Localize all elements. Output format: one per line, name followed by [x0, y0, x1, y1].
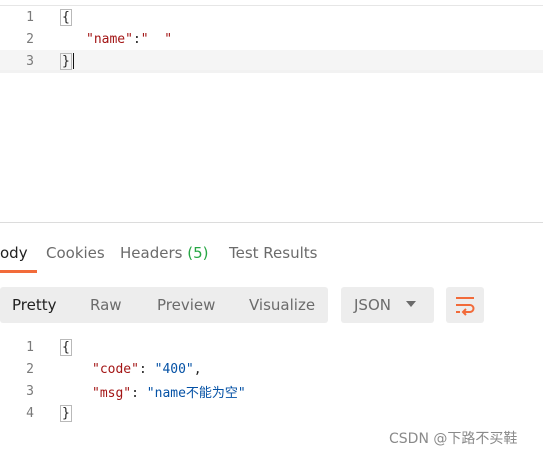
tab-cookies[interactable]: Cookies [46, 244, 105, 262]
json-key: "name" [86, 31, 133, 47]
tab-test-results[interactable]: Test Results [229, 244, 317, 262]
json-colon: : [132, 31, 141, 47]
format-select[interactable]: JSON [341, 287, 434, 323]
json-string-value: "400" [154, 361, 194, 377]
close-brace: } [60, 52, 72, 70]
view-visualize-button[interactable]: Visualize [249, 287, 315, 323]
response-line: 3 "msg": "name不能为空" [0, 380, 543, 402]
headers-count-badge: (5) [187, 244, 209, 262]
wrap-lines-button[interactable] [446, 287, 484, 323]
json-key: "msg" [92, 385, 132, 401]
line-number: 1 [26, 9, 34, 25]
line-number: 3 [26, 53, 34, 69]
json-colon: : [131, 385, 147, 401]
line-number: 2 [26, 361, 34, 377]
json-value: " " [140, 31, 173, 47]
json-comma: , [193, 361, 202, 377]
csdn-watermark: CSDN @下路不买鞋 [389, 431, 518, 447]
response-view-toolbar: Pretty Raw Preview Visualize JSON [0, 287, 543, 324]
view-preview-button[interactable]: Preview [157, 287, 215, 323]
format-select-value: JSON [354, 296, 391, 314]
chevron-down-icon [406, 301, 416, 307]
request-line: 2 "name":" " [0, 28, 543, 50]
active-tab-indicator [0, 270, 37, 273]
response-body-viewer[interactable]: 1 { 2 "code": "400", 3 "msg": "name不能为空"… [0, 336, 543, 436]
line-number: 4 [26, 405, 34, 421]
open-brace: { [60, 338, 72, 356]
view-mode-group: Pretty Raw Preview Visualize [0, 287, 328, 323]
close-brace: } [60, 404, 72, 422]
tab-headers-label: Headers [120, 244, 183, 262]
line-number: 1 [26, 339, 34, 355]
tab-body[interactable]: ody [0, 244, 28, 262]
json-key: "code" [92, 361, 139, 377]
response-line: 2 "code": "400", [0, 358, 543, 380]
view-raw-button[interactable]: Raw [90, 287, 122, 323]
line-number: 3 [26, 383, 34, 399]
editor-separator [0, 70, 543, 73]
json-string-value: "name不能为空" [146, 385, 246, 401]
request-body-editor[interactable]: 1 { 2 "name":" " 3 } [0, 0, 543, 222]
request-line-active: 3 } [0, 50, 543, 72]
tab-headers[interactable]: Headers (5) [120, 244, 208, 262]
response-line: 1 { [0, 336, 543, 358]
response-line: 4 } [0, 402, 543, 424]
wrap-lines-icon [456, 297, 475, 316]
response-tabs: ody Cookies Headers (5) Test Results [0, 232, 543, 274]
pane-divider[interactable] [0, 222, 543, 223]
text-cursor [72, 53, 74, 69]
view-pretty-button[interactable]: Pretty [12, 287, 57, 323]
json-colon: : [138, 361, 155, 377]
open-brace: { [60, 8, 72, 26]
line-number: 2 [26, 31, 34, 47]
request-line: 1 { [0, 6, 543, 28]
